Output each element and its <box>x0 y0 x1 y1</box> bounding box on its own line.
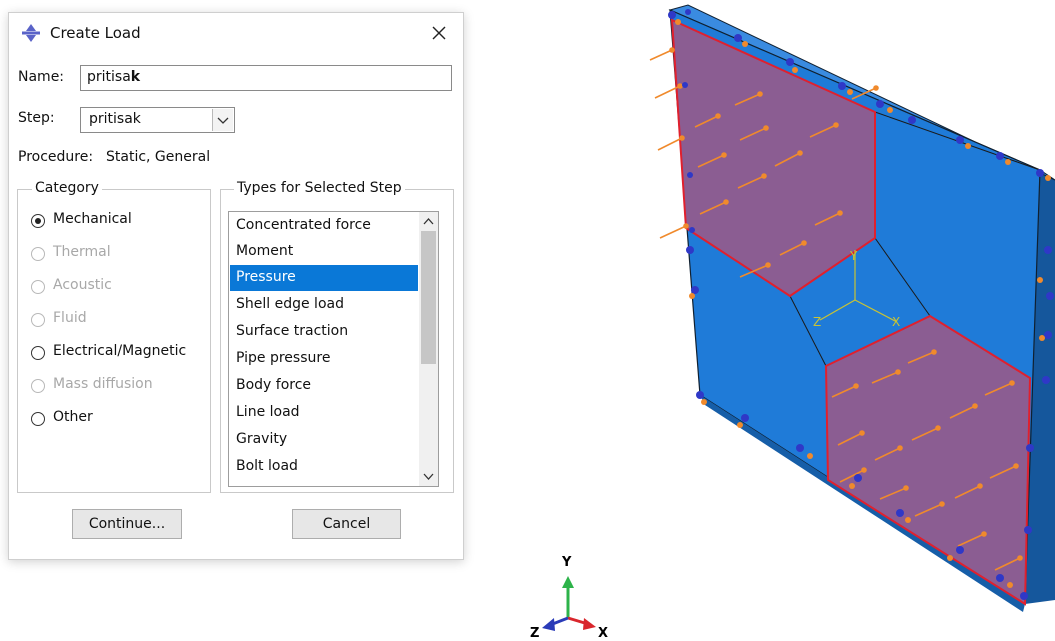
name-value: pritisa <box>87 69 131 85</box>
chevron-up-icon[interactable] <box>419 214 438 230</box>
radio-button-icon <box>31 214 45 228</box>
list-item[interactable]: Surface traction <box>230 319 418 345</box>
types-group-title: Types for Selected Step <box>234 180 405 196</box>
dialog-titlebar[interactable]: Create Load <box>9 13 463 53</box>
csys-label-y: Y <box>849 249 858 263</box>
list-item[interactable]: Bolt load <box>230 454 418 480</box>
procedure-label: Procedure: <box>18 149 94 165</box>
load-icon <box>22 24 40 42</box>
cancel-button[interactable]: Cancel <box>292 509 401 539</box>
step-dropdown-button[interactable] <box>212 109 233 131</box>
radio-button-icon <box>31 379 45 393</box>
types-scrollbar[interactable] <box>419 212 438 486</box>
triad-arrow-x <box>583 618 596 630</box>
triad-arrow-z <box>542 618 555 631</box>
triad-arrow-y <box>562 576 574 588</box>
view-triad: Y X Z <box>530 555 608 638</box>
csys-label-x: X <box>892 315 900 329</box>
radio-button-icon <box>31 412 45 426</box>
create-load-dialog: Create Load Name: pritisak Step: pritisa… <box>8 12 464 560</box>
triad-label-y: Y <box>561 555 572 570</box>
list-item[interactable]: Gravity <box>230 427 418 453</box>
radio-button-icon <box>31 280 45 294</box>
close-icon[interactable] <box>425 19 453 47</box>
radio-button-icon <box>31 313 45 327</box>
load-surface-bottom[interactable] <box>824 314 1032 606</box>
list-item-selected[interactable]: Pressure <box>230 265 418 291</box>
radio-label: Thermal <box>53 244 111 260</box>
dialog-title: Create Load <box>50 24 141 42</box>
category-group-title: Category <box>32 180 102 196</box>
procedure-value: Static, General <box>106 149 211 165</box>
list-item[interactable]: Line load <box>230 400 418 426</box>
list-item[interactable]: Body force <box>230 373 418 399</box>
name-label: Name: <box>18 69 65 85</box>
list-item[interactable]: Concentrated force <box>230 213 418 239</box>
step-value: pritisak <box>89 111 141 127</box>
types-listbox[interactable]: Concentrated force Moment Pressure Shell… <box>228 211 439 487</box>
csys-label-z: Z <box>813 315 821 329</box>
radio-label: Acoustic <box>53 277 112 293</box>
model-viewport[interactable]: Y X Z <box>640 0 1055 641</box>
name-field[interactable]: pritisak <box>80 65 452 91</box>
triad-label-z: Z <box>530 626 539 638</box>
chevron-down-icon <box>217 117 229 124</box>
scrollbar-thumb[interactable] <box>421 231 436 364</box>
step-select[interactable]: pritisak <box>80 107 235 133</box>
name-value-cursor-char: k <box>130 69 141 85</box>
list-item[interactable]: Moment <box>230 239 418 265</box>
category-group <box>17 189 211 493</box>
continue-button[interactable]: Continue... <box>72 509 182 539</box>
list-item[interactable]: Shell edge load <box>230 292 418 318</box>
radio-label: Fluid <box>53 310 87 326</box>
radio-button-icon <box>31 247 45 261</box>
radio-label: Electrical/Magnetic <box>53 343 187 359</box>
chevron-down-icon[interactable] <box>419 468 438 484</box>
radio-label: Other <box>53 409 93 425</box>
radio-label: Mass diffusion <box>53 376 153 392</box>
radio-label: Mechanical <box>53 211 132 227</box>
radio-button-icon <box>31 346 45 360</box>
list-item[interactable]: Pipe pressure <box>230 346 418 372</box>
triad-label-x: X <box>598 626 608 638</box>
step-label: Step: <box>18 110 55 126</box>
